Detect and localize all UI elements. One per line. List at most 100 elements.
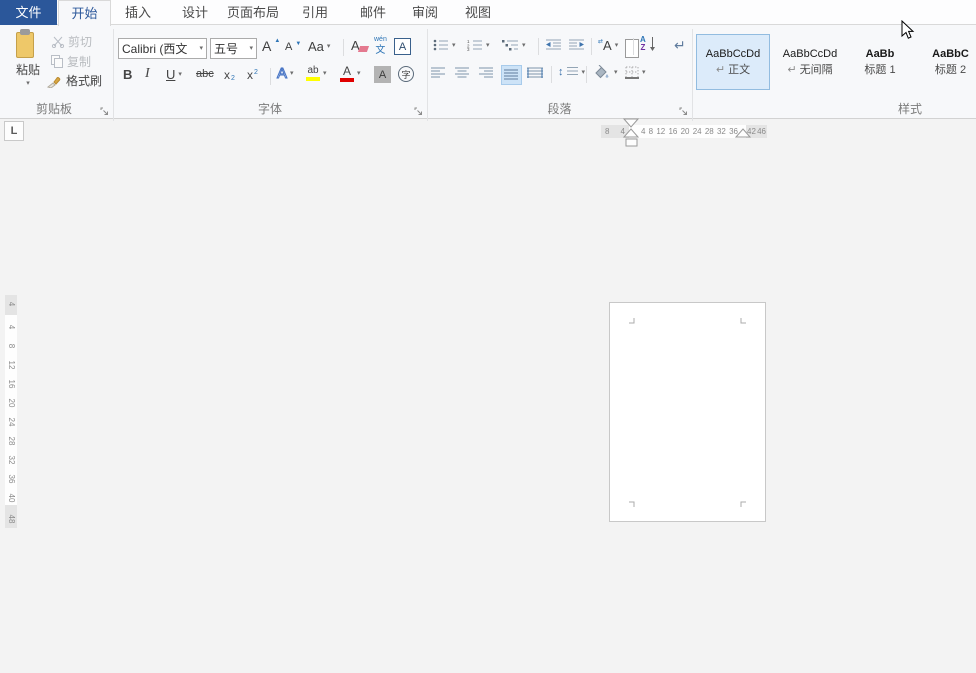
font-name-combo[interactable]: Calibri (西文 ▾ xyxy=(118,38,207,59)
eraser-icon xyxy=(358,46,369,52)
left-indent-marker[interactable] xyxy=(625,138,638,147)
copy-button[interactable]: 复制 xyxy=(51,53,91,70)
align-left-button[interactable] xyxy=(431,67,446,79)
character-border-button[interactable]: A xyxy=(394,38,411,55)
margin-mark-bottom-right xyxy=(740,501,747,508)
margin-mark-top-right xyxy=(740,317,747,324)
tab-insert[interactable]: 插入 xyxy=(118,0,158,25)
tab-review[interactable]: 审阅 xyxy=(405,0,445,25)
phonetic-guide-button[interactable]: wén 文 xyxy=(374,36,387,56)
format-painter-icon xyxy=(47,74,63,88)
tab-file[interactable]: 文件 xyxy=(0,0,57,25)
style-item-heading1[interactable]: AaBb 标题 1 xyxy=(847,34,913,90)
shrink-arrow-icon: ▼ xyxy=(295,41,301,47)
text-effects-button[interactable]: A ▾ xyxy=(277,65,294,82)
highlight-color-button[interactable]: ab ▾ xyxy=(306,66,327,81)
shading-dropdown-icon: ▾ xyxy=(614,69,618,76)
font-size-value: 五号 xyxy=(214,40,238,57)
style-item-normal[interactable]: AaBbCcDd ↵ 正文 xyxy=(696,34,770,90)
cut-button[interactable]: 剪切 xyxy=(51,33,92,50)
highlight-dropdown-icon: ▾ xyxy=(323,70,327,77)
character-shading-button[interactable]: A xyxy=(374,66,391,83)
highlight-color-bar xyxy=(306,77,320,81)
multilevel-list-button[interactable]: ▾ xyxy=(502,39,526,51)
borders-dropdown-icon: ▾ xyxy=(642,69,646,76)
clipboard-dialog-launcher[interactable] xyxy=(99,104,110,115)
font-color-dropdown-icon: ▾ xyxy=(357,70,361,77)
shading-button[interactable]: ▾ xyxy=(593,65,618,79)
tab-page-layout[interactable]: 页面布局 xyxy=(225,0,281,25)
text-effects-dropdown-icon: ▾ xyxy=(290,70,294,77)
tab-design[interactable]: 设计 xyxy=(175,0,215,25)
font-color-button[interactable]: A ▾ xyxy=(340,65,361,82)
bold-button[interactable]: B xyxy=(123,67,132,82)
underline-dropdown-icon: ▾ xyxy=(178,71,182,78)
scissors-icon xyxy=(51,36,65,48)
ribbon-home: 粘贴 ▾ 剪切 复制 格式刷 剪贴板 xyxy=(0,25,976,119)
style-item-heading2[interactable]: AaBbC 标题 2 xyxy=(913,34,976,90)
font-dialog-launcher[interactable] xyxy=(413,104,424,115)
right-indent-marker[interactable] xyxy=(735,128,751,138)
change-case-button[interactable]: Aa ▾ xyxy=(308,39,330,54)
justify-icon xyxy=(504,69,519,81)
tab-view[interactable]: 视图 xyxy=(458,0,498,25)
font-name-value: Calibri (西文 xyxy=(122,40,187,57)
bullets-icon xyxy=(433,39,449,51)
align-left-icon xyxy=(431,67,446,79)
align-right-button[interactable] xyxy=(479,67,494,79)
align-center-icon xyxy=(455,67,470,79)
first-line-indent-marker[interactable] xyxy=(623,118,639,128)
align-center-button[interactable] xyxy=(455,67,470,79)
paragraph-dialog-launcher[interactable] xyxy=(678,104,689,115)
numbering-dropdown-icon: ▾ xyxy=(486,42,490,49)
margin-mark-bottom-left xyxy=(628,501,635,508)
tab-stop-selector[interactable]: L xyxy=(4,121,24,141)
margin-mark-top-left xyxy=(628,317,635,324)
shading-bucket-icon xyxy=(593,65,611,79)
distribute-button[interactable] xyxy=(527,67,544,79)
font-group-label: 字体 xyxy=(113,100,427,116)
borders-button[interactable]: ▾ xyxy=(625,66,646,79)
clear-formatting-button[interactable]: A xyxy=(351,38,368,53)
decrease-indent-icon xyxy=(545,39,562,51)
pilcrow-icon: ↵ xyxy=(787,64,796,76)
paragraph-group-label: 段落 xyxy=(427,100,692,116)
format-painter-button[interactable]: 格式刷 xyxy=(47,72,102,89)
tab-references[interactable]: 引用 xyxy=(295,0,335,25)
copy-icon xyxy=(51,55,64,68)
tab-mailings[interactable]: 邮件 xyxy=(353,0,393,25)
word-window: 文件 开始 插入 设计 页面布局 引用 邮件 审阅 视图 粘贴 ▾ 剪切 xyxy=(0,0,976,673)
justify-button[interactable] xyxy=(501,65,522,85)
grow-font-button[interactable]: A ▲ xyxy=(262,38,280,54)
document-page[interactable] xyxy=(609,302,766,522)
numbering-icon: 123 xyxy=(467,39,483,51)
sort-button[interactable]: A Z xyxy=(640,36,656,52)
font-size-combo[interactable]: 五号 ▾ xyxy=(210,38,257,59)
italic-button[interactable]: I xyxy=(145,66,150,82)
enclose-characters-button[interactable]: 字 xyxy=(398,66,414,82)
bullets-button[interactable]: ▾ xyxy=(433,39,456,51)
line-spacing-button[interactable]: ↕ ▾ xyxy=(558,66,585,78)
numbering-button[interactable]: 123 ▾ xyxy=(467,39,490,51)
line-spacing-lines-icon xyxy=(567,66,579,78)
superscript-button[interactable]: x2 xyxy=(247,68,258,82)
underline-button[interactable]: U ▾ xyxy=(166,67,182,82)
strikethrough-button[interactable]: abc xyxy=(196,68,214,80)
paste-label: 粘贴 xyxy=(16,61,40,78)
paste-button[interactable]: 粘贴 ▾ xyxy=(6,29,50,97)
hanging-indent-marker[interactable] xyxy=(623,128,639,138)
mouse-cursor xyxy=(901,20,915,40)
font-color-bar xyxy=(340,78,354,82)
distribute-icon xyxy=(527,67,544,79)
subscript-button[interactable]: x2 xyxy=(224,68,235,82)
change-case-dropdown-icon: ▾ xyxy=(327,43,331,50)
grow-arrow-icon: ▲ xyxy=(274,38,280,44)
style-item-no-spacing[interactable]: AaBbCcDd ↵ 无间隔 xyxy=(773,34,847,90)
show-hide-marks-button[interactable]: ↵ xyxy=(674,37,686,54)
decrease-indent-button[interactable] xyxy=(545,39,562,51)
increase-indent-button[interactable] xyxy=(568,39,585,51)
asian-layout-button[interactable]: ⇄ A ▾ xyxy=(598,38,618,53)
tab-home[interactable]: 开始 xyxy=(58,0,111,26)
shrink-font-button[interactable]: A ▼ xyxy=(285,41,301,53)
styles-group-label: 样式 xyxy=(880,100,940,116)
